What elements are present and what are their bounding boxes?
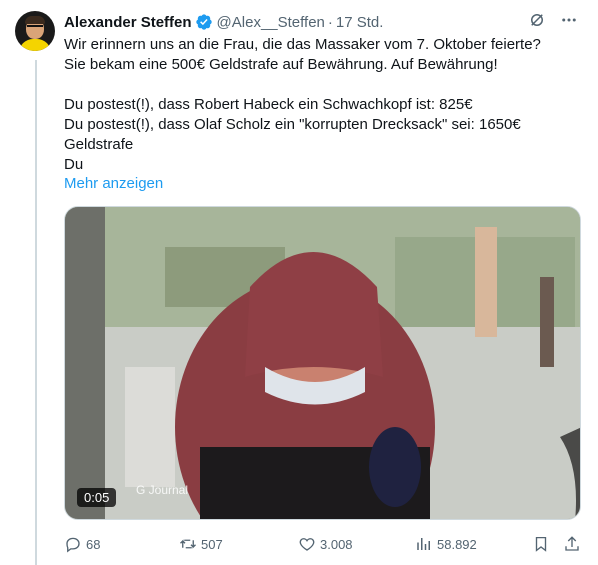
video-thumbnail: [65, 207, 580, 519]
tweet-text-line: Sie bekam eine 500€ Geldstrafe auf Bewäh…: [64, 56, 498, 73]
tweet-text-line: Du postest(!), dass Robert Habeck ein Sc…: [64, 96, 473, 113]
video-player[interactable]: G Journal 0:05: [64, 206, 581, 520]
share-button[interactable]: [563, 534, 581, 554]
repost-icon: [179, 535, 197, 553]
thread-line: [35, 60, 37, 565]
separator-dot: ·: [327, 13, 333, 31]
verified-badge-icon[interactable]: [195, 13, 213, 31]
video-duration-badge: 0:05: [77, 488, 117, 507]
repost-button[interactable]: 507: [179, 534, 223, 554]
share-icon: [563, 535, 581, 553]
reply-icon: [64, 535, 82, 553]
views-button[interactable]: 58.892: [415, 534, 477, 554]
like-count: 3.008: [320, 536, 353, 552]
timestamp[interactable]: 17 Std.: [336, 14, 384, 31]
video-watermark: G Journal: [136, 483, 189, 497]
views-count: 58.892: [437, 536, 477, 552]
action-bar: 68 507 3.008 58.892: [64, 534, 584, 554]
views-icon: [415, 535, 433, 553]
tweet-text-line: Du postest(!), dass Olaf Scholz ein "kor…: [64, 116, 521, 133]
reply-button[interactable]: 68: [64, 534, 100, 554]
like-icon: [298, 535, 316, 553]
tweet-text-line: Geldstrafe: [64, 136, 134, 153]
bookmark-icon: [532, 535, 550, 553]
tweet-text-line: [64, 75, 564, 95]
show-more-link[interactable]: Mehr anzeigen: [64, 175, 163, 192]
tweet-text-line: Wir erinnern uns an die Frau, die das Ma…: [64, 36, 541, 53]
author-handle[interactable]: @Alex__Steffen: [217, 14, 325, 31]
grok-icon[interactable]: [528, 11, 546, 29]
bookmark-button[interactable]: [532, 534, 550, 554]
tweet-text: Wir erinnern uns an die Frau, die das Ma…: [64, 35, 564, 175]
tweet-header: Alexander Steffen @Alex__Steffen · 17 St…: [64, 12, 578, 32]
reply-count: 68: [86, 536, 101, 552]
tweet-text-line: Du: [64, 156, 84, 173]
author-name[interactable]: Alexander Steffen: [64, 14, 192, 31]
like-button[interactable]: 3.008: [298, 534, 353, 554]
more-icon[interactable]: [560, 11, 578, 29]
avatar[interactable]: [15, 11, 55, 51]
repost-count: 507: [201, 536, 223, 552]
